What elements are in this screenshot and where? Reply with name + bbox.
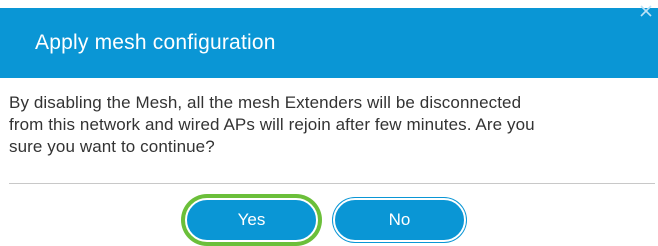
dialog-message: By disabling the Mesh, all the mesh Exte… [9,92,649,158]
close-icon [640,5,652,17]
dialog-message-line: sure you want to continue? [9,137,215,156]
dialog-divider [9,183,655,184]
mesh-config-dialog: Apply mesh configuration By disabling th… [0,0,658,246]
dialog-title: Apply mesh configuration [35,31,276,54]
yes-button[interactable]: Yes [185,198,318,242]
close-button[interactable] [638,3,654,19]
dialog-message-line: By disabling the Mesh, all the mesh Exte… [9,93,522,112]
dialog-header: Apply mesh configuration [0,8,658,78]
dialog-message-line: from this network and wired APs will rej… [9,115,535,134]
no-button[interactable]: No [333,198,466,242]
